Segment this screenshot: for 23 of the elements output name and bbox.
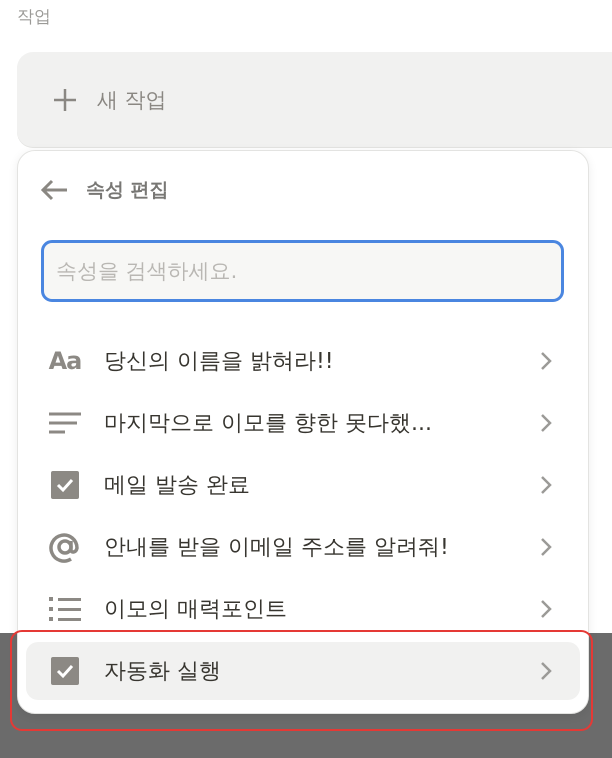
property-item[interactable]: Aa 당신의 이름을 밝혀라!!	[26, 332, 580, 390]
chevron-right-icon	[540, 351, 552, 371]
property-item[interactable]: 마지막으로 이모를 향한 못다했...	[26, 394, 580, 452]
property-item[interactable]: 자동화 실행	[26, 642, 580, 700]
section-label: 작업	[17, 6, 52, 29]
text-type-icon: Aa	[48, 347, 82, 375]
popup-title: 속성 편집	[86, 178, 169, 203]
bulleted-list-icon	[49, 596, 81, 622]
property-item[interactable]: 안내를 받을 이메일 주소를 알려줘!	[26, 518, 580, 576]
at-sign-icon	[49, 531, 81, 563]
search-field[interactable]: 속성을 검색하세요.	[41, 240, 564, 302]
back-arrow-icon[interactable]	[40, 179, 68, 201]
property-item[interactable]: 메일 발송 완료	[26, 456, 580, 514]
chevron-right-icon	[540, 537, 552, 557]
chevron-right-icon	[540, 413, 552, 433]
chevron-right-icon	[540, 661, 552, 681]
checkbox-icon	[51, 471, 79, 499]
text-lines-icon	[49, 411, 81, 435]
plus-icon	[53, 88, 77, 112]
checkbox-icon	[51, 657, 79, 685]
property-item[interactable]: 이모의 매력포인트	[26, 580, 580, 638]
chevron-right-icon	[540, 475, 552, 495]
chevron-right-icon	[540, 599, 552, 619]
